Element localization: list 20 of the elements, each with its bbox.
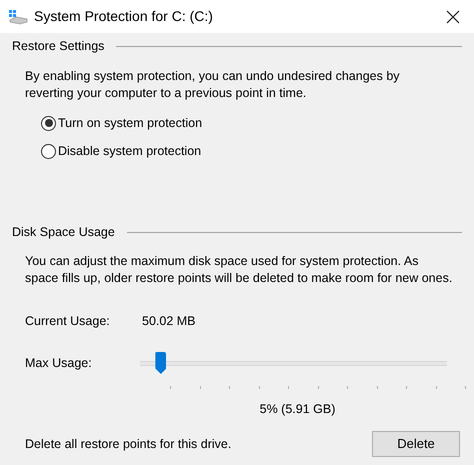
radio-button[interactable] <box>41 116 56 130</box>
max-usage-label: Max Usage: <box>25 354 93 372</box>
window-title: System Protection for C: (C:) <box>34 8 214 25</box>
group-heading: Restore Settings <box>12 38 104 55</box>
radio-option[interactable]: Disable system protection <box>41 137 454 165</box>
close-icon <box>446 10 460 24</box>
radio-label: Disable system protection <box>58 142 202 160</box>
delete-button[interactable]: Delete <box>372 431 460 457</box>
description-text: You can adjust the maximum disk space used for system protection. As space fills up, older restore points will be deleted to make room for new ones. <box>25 253 454 287</box>
radio-option[interactable]: Turn on system protection <box>41 109 454 137</box>
delete-description: Delete all restore points for this drive. <box>25 436 232 452</box>
radio-label: Turn on system protection <box>58 114 202 132</box>
max-usage-reading: 5% (5.91 GB) <box>260 402 336 416</box>
slider-thumb[interactable] <box>155 352 166 374</box>
description-text: By enabling system protection, you can undo undesired changes by reverting your computer to a previous point in time. <box>25 68 401 102</box>
drive-icon <box>8 8 28 24</box>
radio-button[interactable] <box>41 144 56 158</box>
current-usage-value: 50.02 MB <box>142 313 196 330</box>
group-heading: Disk Space Usage <box>12 224 115 241</box>
current-usage-label: Current Usage: <box>25 313 111 330</box>
